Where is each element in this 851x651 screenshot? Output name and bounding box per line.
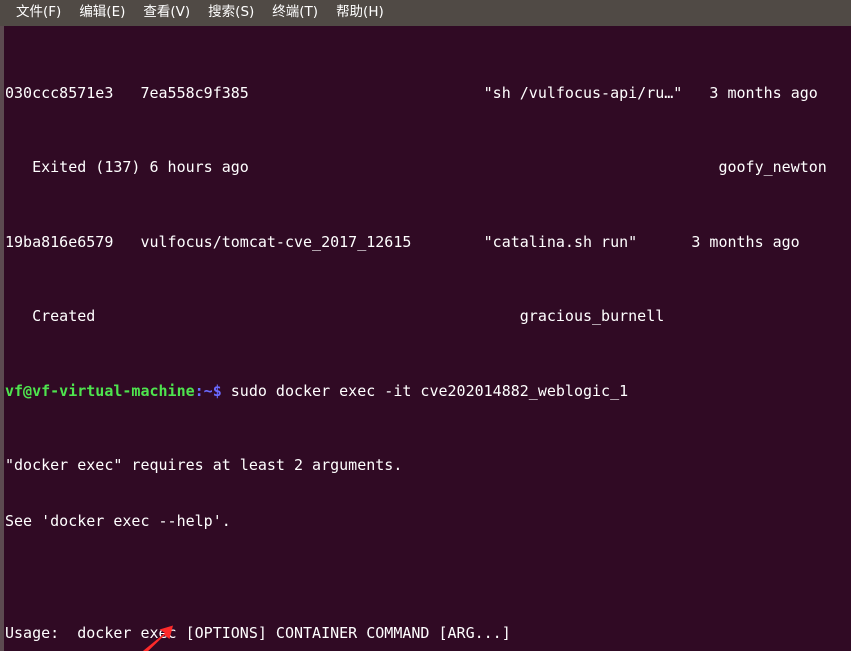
host-prompt-user: vf@vf-virtual-machine — [5, 381, 195, 400]
output-line: See 'docker exec --help'. — [5, 512, 231, 531]
menu-edit[interactable]: 编辑(E) — [70, 2, 134, 25]
docker-usage: Usage: docker exec [OPTIONS] CONTAINER C… — [5, 623, 511, 642]
output-line: Exited (137) 6 hours ago goofy_newton — [5, 158, 827, 177]
menu-help[interactable]: 帮助(H) — [327, 2, 393, 25]
docker-ps-id-image: 030ccc8571e3 7ea558c9f385 — [5, 83, 249, 102]
menu-view[interactable]: 查看(V) — [134, 2, 199, 25]
docker-ps-status: Exited (137) 6 hours ago — [5, 158, 249, 177]
output-line: Created gracious_burnell — [5, 307, 827, 326]
docker-ps-name: gracious_burnell — [519, 307, 665, 326]
command-line: vf@vf-virtual-machine:~$ sudo docker exe… — [5, 382, 827, 401]
docker-ps-status: Created — [5, 307, 96, 326]
output-line: "docker exec" requires at least 2 argume… — [5, 456, 403, 475]
output-line: 030ccc8571e3 7ea558c9f385 "sh /vulfocus-… — [5, 84, 827, 103]
terminal-window[interactable]: 030ccc8571e3 7ea558c9f385 "sh /vulfocus-… — [0, 26, 851, 651]
output-line: 19ba816e6579 vulfocus/tomcat-cve_2017_12… — [5, 233, 827, 252]
menu-terminal[interactable]: 终端(T) — [263, 2, 327, 25]
docker-ps-name: goofy_newton — [718, 158, 827, 177]
docker-ps-command-age: "sh /vulfocus-api/ru…" 3 months ago — [483, 83, 818, 102]
menu-bar: 文件(F) 编辑(E) 查看(V) 搜索(S) 终端(T) 帮助(H) — [0, 0, 851, 26]
docker-ps-id-image: 19ba816e6579 vulfocus/tomcat-cve_2017_12… — [5, 232, 412, 251]
output-line: Usage: docker exec [OPTIONS] CONTAINER C… — [5, 624, 827, 643]
docker-ps-command-age: "catalina.sh run" 3 months ago — [483, 232, 800, 251]
host-prompt-suffix: :~$ — [194, 381, 222, 400]
menu-file[interactable]: 文件(F) — [7, 2, 70, 25]
menu-search[interactable]: 搜索(S) — [199, 2, 263, 25]
terminal-screen[interactable]: 030ccc8571e3 7ea558c9f385 "sh /vulfocus-… — [4, 26, 827, 651]
command-text: sudo docker exec -it cve202014882_weblog… — [221, 381, 629, 400]
